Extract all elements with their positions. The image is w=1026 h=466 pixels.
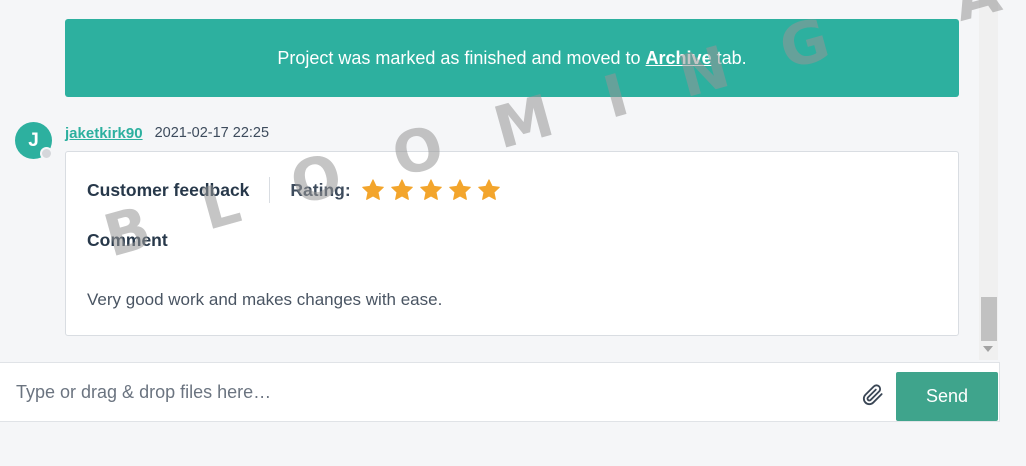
star-icon [477, 179, 500, 200]
username-link[interactable]: jaketkirk90 [65, 125, 143, 142]
banner-text: Project was marked as finished and moved… [277, 47, 641, 68]
rating-label: Rating: [290, 179, 351, 200]
avatar-initial: J [28, 129, 39, 151]
star-icon [419, 179, 442, 200]
feedback-title: Customer feedback [87, 179, 250, 200]
star-icon [390, 179, 413, 200]
feedback-header: Customer feedback Rating: [87, 176, 501, 204]
archive-link[interactable]: Archive [646, 48, 712, 69]
message-meta: jaketkirk90 2021-02-17 22:25 [65, 123, 269, 143]
divider [269, 177, 271, 203]
scrollbar-thumb[interactable] [981, 297, 997, 341]
comment-title: Comment [87, 230, 168, 250]
banner-text-end: tab. [716, 47, 747, 68]
star-icon [448, 179, 471, 200]
star-icon [361, 179, 384, 200]
scroll-down-arrow-icon[interactable] [983, 346, 993, 352]
message-timestamp: 2021-02-17 22:25 [154, 125, 270, 141]
status-banner: Project was marked as finished and moved… [65, 19, 959, 97]
feedback-card: Customer feedback Rating: Comment Very g… [65, 151, 959, 336]
message-input[interactable] [0, 363, 850, 421]
send-button[interactable]: Send [896, 372, 998, 421]
paperclip-icon[interactable] [862, 383, 884, 407]
message-composer: Send [0, 362, 1000, 422]
presence-status-dot [40, 147, 53, 160]
rating-stars [361, 178, 501, 202]
comment-text: Very good work and makes changes with ea… [87, 290, 443, 309]
